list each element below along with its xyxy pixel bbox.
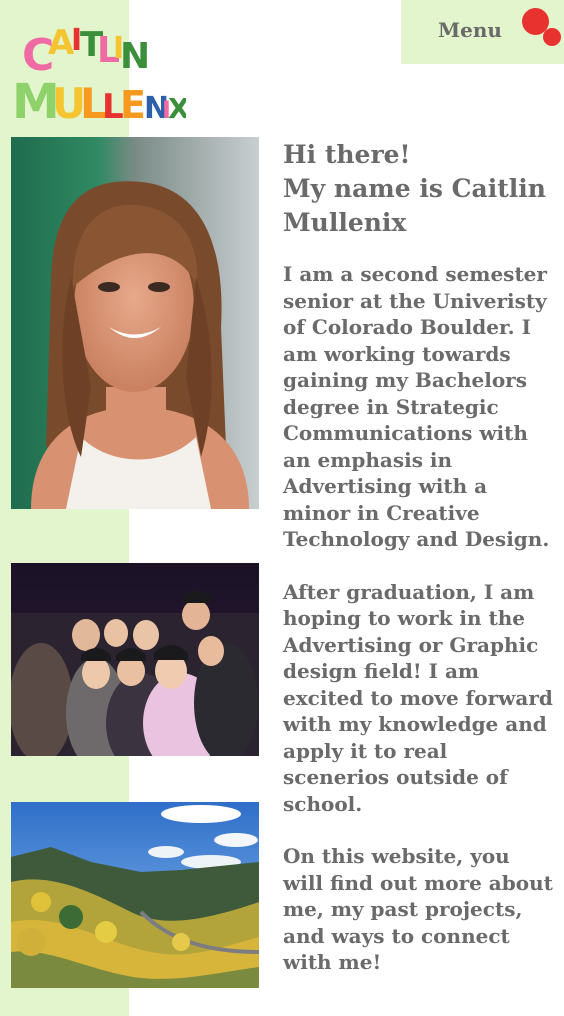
menu-bar: Menu [401, 0, 564, 64]
site-logo[interactable]: C A I T L I N M U L L E N I X [10, 10, 190, 130]
landscape-photo [11, 802, 259, 988]
svg-text:N: N [120, 36, 150, 77]
name-line: My name is Caitlin Mullenix [283, 174, 546, 237]
svg-text:X: X [168, 92, 186, 124]
menu-dots-icon[interactable] [522, 8, 562, 48]
intro-section: Hi there! My name is Caitlin Mullenix I … [283, 138, 555, 1002]
greeting: Hi there! [283, 140, 411, 169]
goals-paragraph: After graduation, I am hoping to work in… [283, 579, 553, 816]
logo-wordmark: C A I T L I N M U L L E N I X [12, 23, 190, 130]
portrait-photo [11, 137, 259, 509]
svg-text:E: E [120, 83, 146, 124]
menu-button[interactable]: Menu [438, 18, 502, 42]
website-paragraph: On this website, you will find out more … [283, 844, 553, 974]
bio-paragraph: I am a second semester senior at the Uni… [283, 262, 550, 551]
intro-heading: Hi there! My name is Caitlin Mullenix [283, 138, 555, 240]
group-photo [11, 563, 259, 756]
